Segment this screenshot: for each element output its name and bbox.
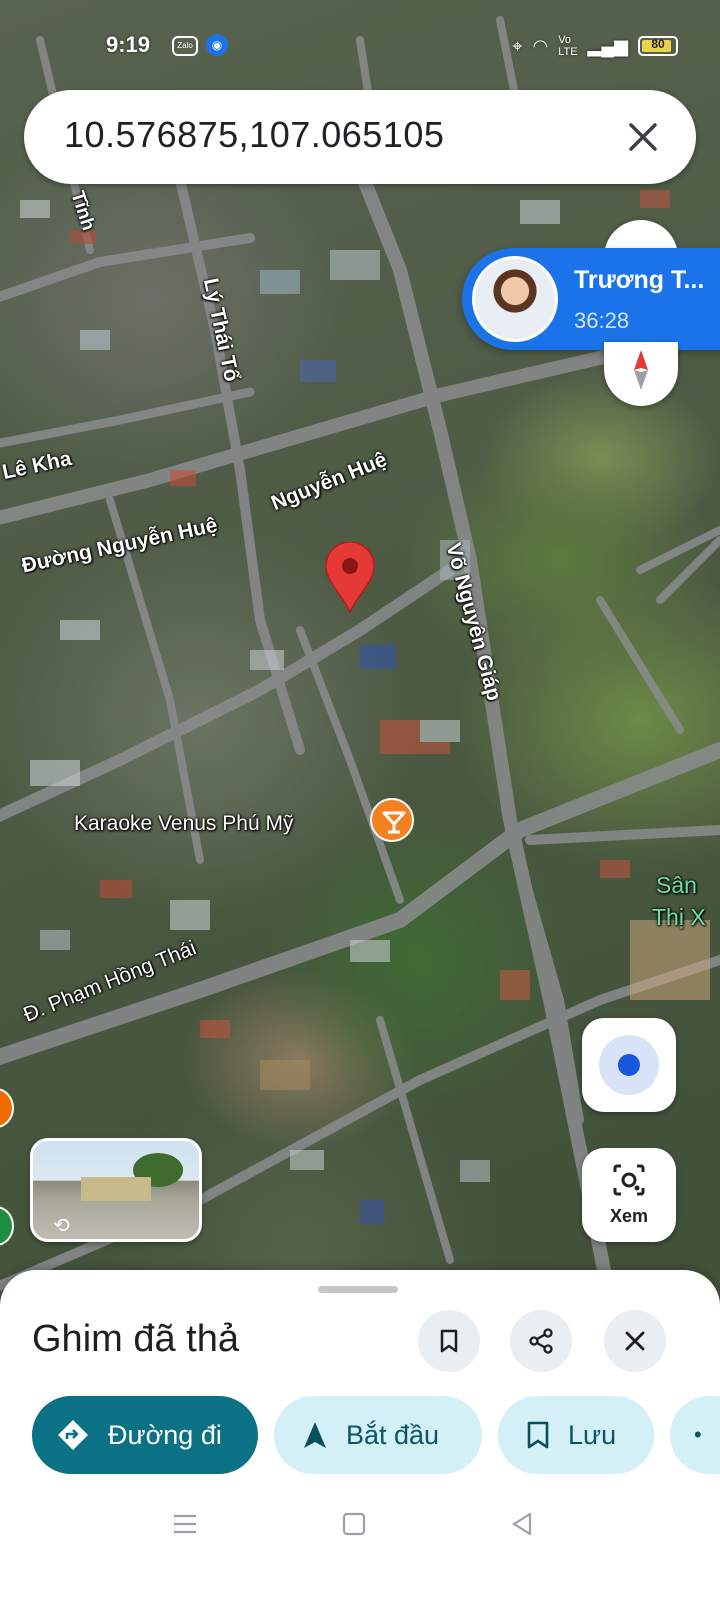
signal-icon: ▂▄▆ — [587, 35, 628, 56]
map-label-karaoke[interactable]: Karaoke Venus Phú Mỹ — [74, 812, 293, 836]
streetview-building — [81, 1177, 151, 1201]
map-label-thi-x: Thị X — [652, 904, 706, 930]
navigation-arrow-icon — [304, 1422, 326, 1448]
camera-lens-icon — [613, 1164, 645, 1196]
compass-button[interactable] — [604, 342, 678, 406]
save-bookmark-button[interactable] — [418, 1310, 480, 1372]
drag-handle[interactable] — [318, 1286, 398, 1293]
battery-level: 80 — [651, 37, 665, 51]
chat-contact-name: Trương T... — [574, 266, 705, 294]
home-icon[interactable] — [340, 1510, 368, 1538]
more-chip[interactable]: • — [670, 1396, 720, 1474]
status-bar: 9:19 Zalo ◉ ⌖ ◠ Vo LTE ▂▄▆ 80 — [0, 28, 720, 64]
location-status-icon: ⌖ — [512, 35, 523, 56]
system-nav-bar — [0, 1490, 720, 1560]
back-icon[interactable] — [508, 1510, 536, 1538]
map-pin-icon[interactable] — [324, 542, 376, 614]
wifi-icon: ◠ — [532, 35, 549, 56]
directions-button[interactable]: Đường đi — [32, 1396, 258, 1474]
hotspot-icon: ◉ — [206, 34, 228, 56]
rotate-360-icon: ⟲ — [53, 1215, 70, 1237]
call-duration: 36:28 — [574, 308, 630, 333]
recents-menu-icon[interactable] — [170, 1510, 200, 1538]
avatar — [472, 256, 558, 342]
street-view-thumbnail[interactable]: ⟲ — [30, 1138, 202, 1242]
zalo-notification-icon: Zalo — [172, 36, 198, 56]
directions-label: Đường đi — [108, 1419, 222, 1450]
map-label-san: Sân — [656, 872, 697, 898]
my-location-dot — [618, 1054, 640, 1076]
search-input[interactable]: 10.576875,107.065105 — [64, 114, 444, 156]
status-time: 9:19 — [106, 32, 151, 57]
close-icon — [625, 1331, 645, 1351]
lens-button[interactable]: Xem — [582, 1148, 676, 1242]
compass-icon — [634, 350, 648, 390]
bookmark-icon — [440, 1329, 458, 1353]
start-navigation-button[interactable]: Bắt đầu — [274, 1396, 482, 1474]
search-bar[interactable]: 10.576875,107.065105 — [24, 90, 696, 184]
close-icon[interactable] — [618, 112, 668, 162]
battery-icon: 80 — [638, 36, 678, 56]
share-button[interactable] — [510, 1310, 572, 1372]
my-location-button[interactable] — [582, 1018, 676, 1112]
place-title: Ghim đã thả — [32, 1318, 239, 1360]
volte-icon: Vo LTE — [558, 34, 578, 58]
save-button[interactable]: Lưu — [498, 1396, 654, 1474]
save-label: Lưu — [568, 1419, 617, 1450]
share-icon — [529, 1328, 553, 1354]
chat-bubble-overlay[interactable]: Trương T... 36:28 — [462, 248, 720, 350]
bookmark-icon — [527, 1421, 549, 1449]
more-chip-icon: • — [694, 1422, 702, 1447]
directions-diamond-icon — [58, 1420, 88, 1450]
status-indicators: ⌖ ◠ Vo LTE ▂▄▆ 80 — [512, 34, 678, 58]
lens-label: Xem — [609, 1206, 649, 1226]
close-sheet-button[interactable] — [604, 1310, 666, 1372]
cocktail-icon[interactable] — [370, 798, 414, 842]
start-label: Bắt đầu — [346, 1419, 440, 1450]
